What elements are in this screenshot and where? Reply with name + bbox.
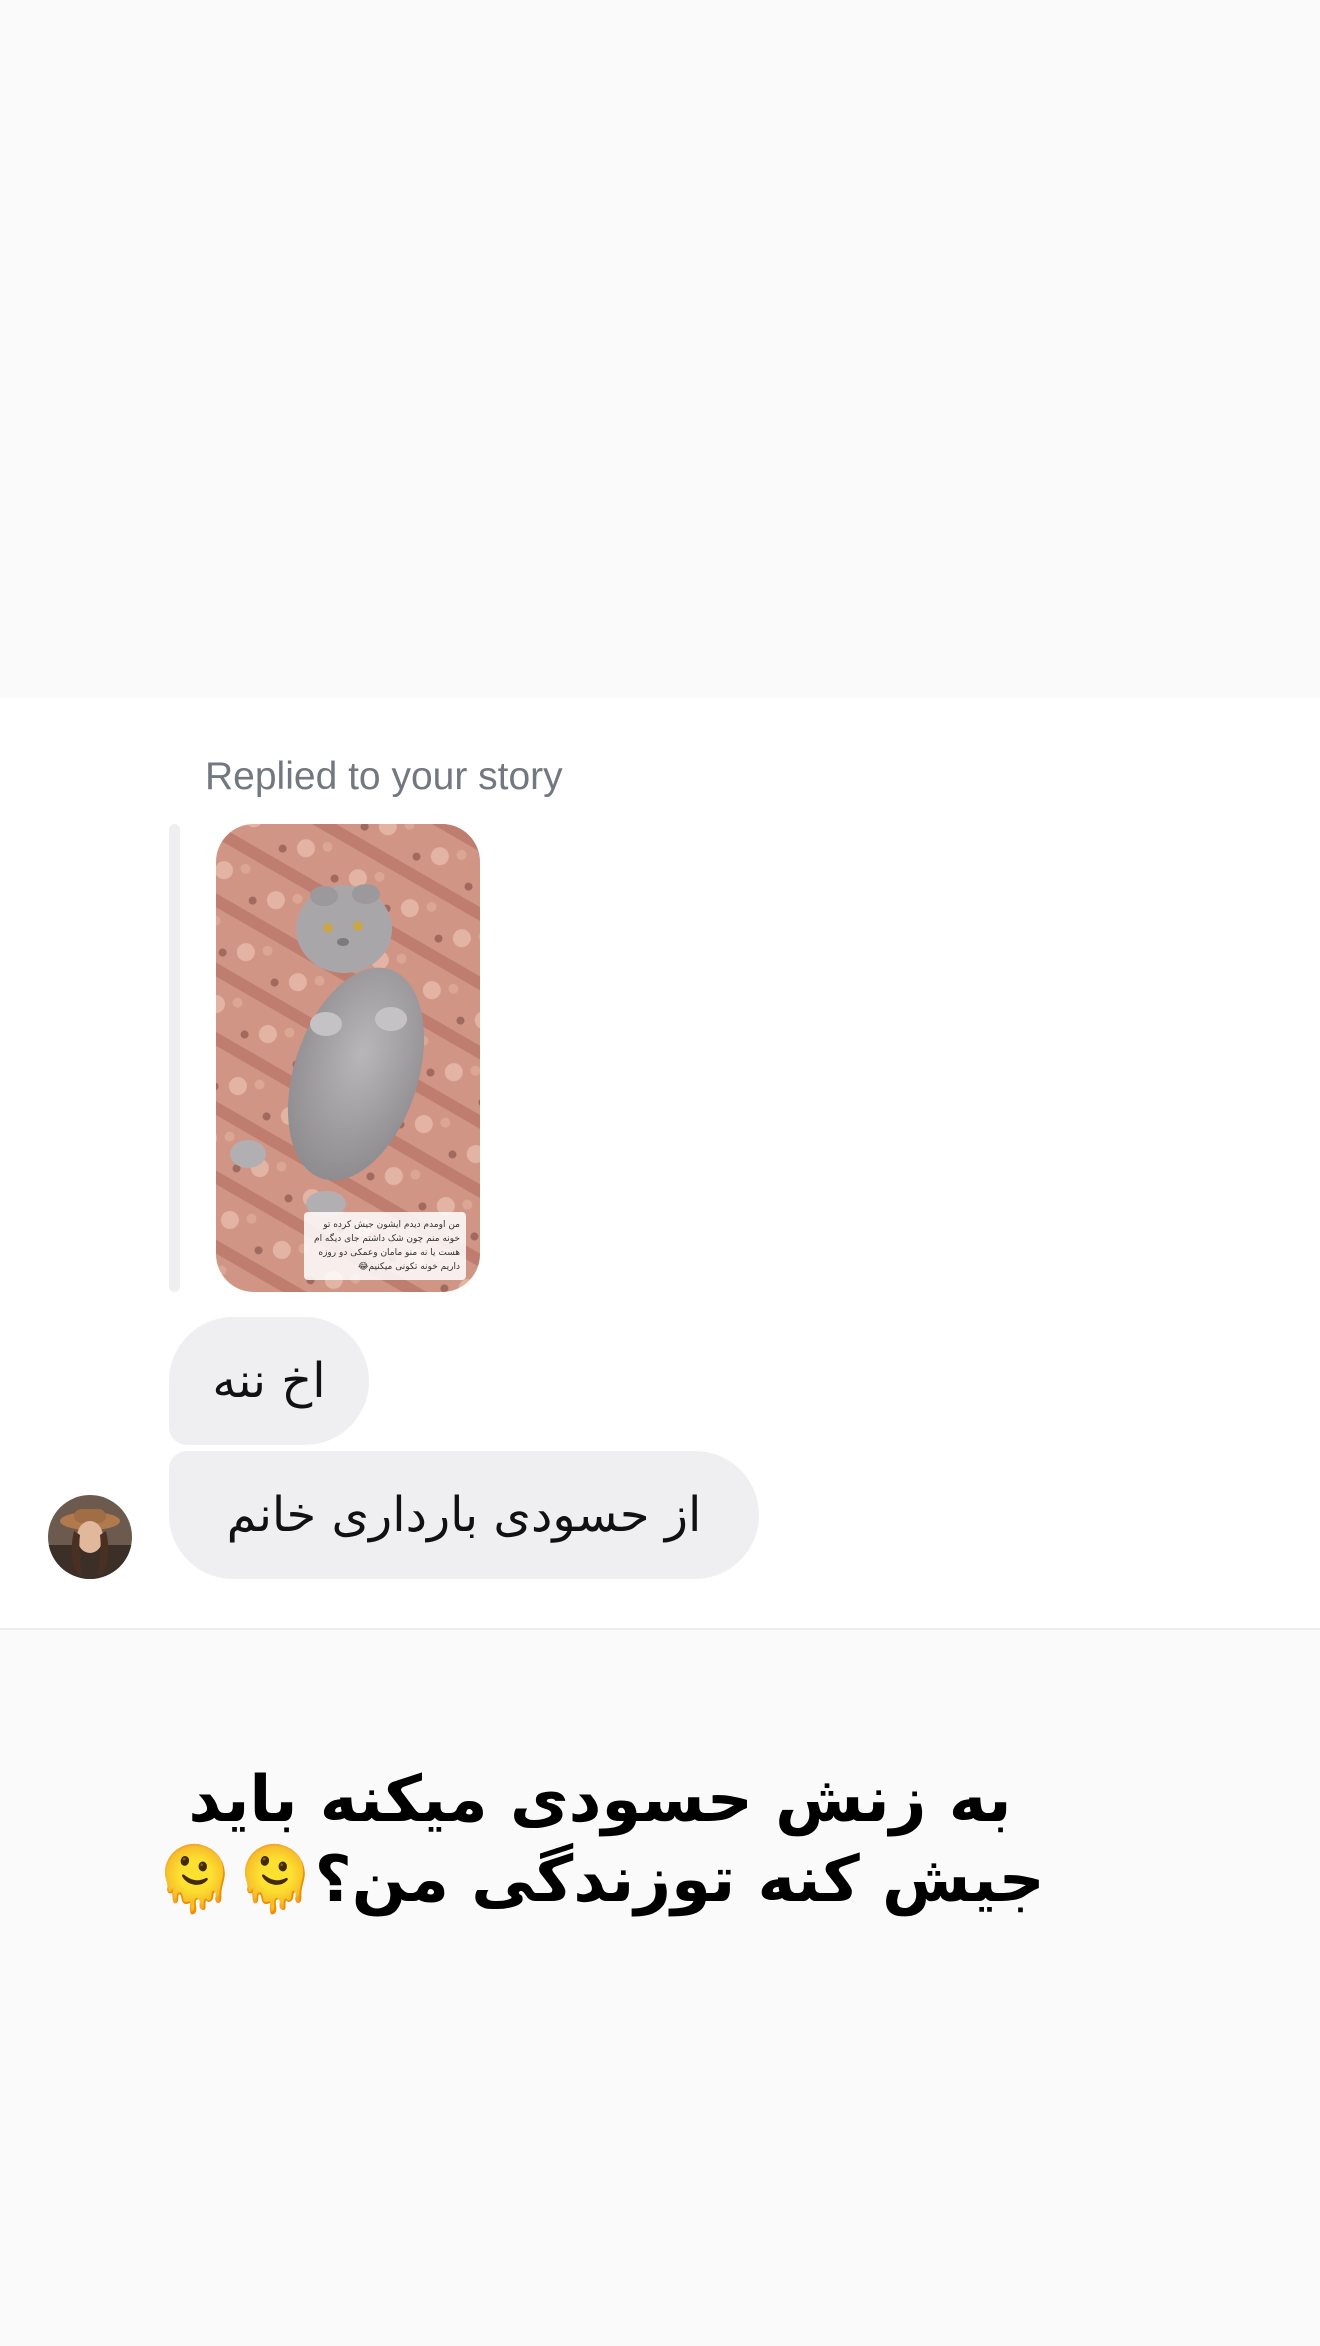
sender-avatar[interactable]: [48, 1495, 132, 1579]
story-text-line-2: جیش کنه توزندگی من؟🫠🫠: [155, 1843, 1045, 1917]
section-divider: [0, 1628, 1320, 1630]
replied-to-story-label: Replied to your story: [205, 755, 563, 798]
message-bubble[interactable]: از حسودی بارداری خانم: [169, 1451, 759, 1579]
story-reply-screen: Replied to your story من اومدم دیدم ایشو…: [0, 0, 1320, 2346]
profile-avatar: [48, 1495, 132, 1579]
story-text-line-1: به زنش حسودی میکنه باید: [188, 1763, 1012, 1837]
reply-quote-bar: [169, 824, 180, 1292]
story-background-top: [0, 0, 1320, 698]
story-caption: من اومدم دیدم ایشون جیش کرده تو خونه منم…: [304, 1212, 466, 1280]
story-thumbnail[interactable]: من اومدم دیدم ایشون جیش کرده تو خونه منم…: [216, 824, 480, 1292]
story-text-overlay: به زنش حسودی میکنه باید جیش کنه توزندگی …: [150, 1760, 1050, 1920]
message-bubble[interactable]: اخ ننه: [169, 1317, 369, 1445]
